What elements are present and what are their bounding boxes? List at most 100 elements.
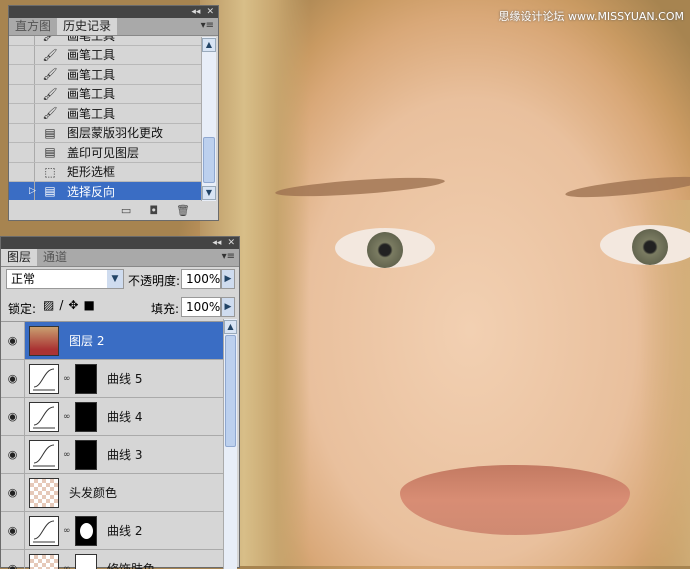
snapshot-source-checkbox[interactable]	[9, 36, 35, 45]
lock-label: 锁定:	[8, 300, 36, 317]
panel-titlebar: ◂◂ ✕	[1, 237, 239, 249]
tab-channels[interactable]: 通道	[37, 249, 73, 266]
fill-slider-button[interactable]: ▶	[221, 297, 235, 317]
layer-row[interactable]: ◉ ∞ 修饰肤色	[1, 550, 223, 569]
layer-row[interactable]: ◉ 头发颜色	[1, 474, 223, 512]
layers-scrollbar[interactable]: ▲	[223, 319, 237, 569]
history-item[interactable]: ⬚ 矩形选框	[9, 163, 202, 183]
layers-list: ◉ 图层 2 ◉ ∞ 曲线 5 ◉ ∞ 曲线 4 ◉ ∞ 曲线 3 ◉ 头发颜色 ◉ ∞ 曲线 2 ◉ ∞ 修饰肤色	[1, 321, 223, 569]
opacity-slider-button[interactable]: ▶	[221, 269, 235, 289]
layer-row[interactable]: ◉ ∞ 曲线 2	[1, 512, 223, 550]
layer-name[interactable]: 曲线 4	[107, 408, 142, 425]
link-icon[interactable]: ∞	[63, 526, 71, 536]
tab-layers[interactable]: 图层	[1, 249, 37, 266]
brush-icon: 🖌	[41, 67, 59, 81]
blend-mode-select[interactable]: 正常 ▼	[6, 269, 124, 289]
link-icon[interactable]: ∞	[63, 374, 71, 384]
layer-row[interactable]: ◉ ∞ 曲线 3	[1, 436, 223, 474]
close-icon[interactable]: ✕	[227, 238, 235, 248]
visibility-eye-icon[interactable]: ◉	[1, 360, 25, 397]
scroll-down-button[interactable]: ▼	[202, 186, 216, 200]
snapshot-source-checkbox[interactable]	[9, 163, 35, 182]
tab-history[interactable]: 历史记录	[57, 18, 117, 35]
history-item[interactable]: 🖌 画笔工具	[9, 36, 202, 46]
visibility-eye-icon[interactable]: ◉	[1, 550, 25, 569]
panel-titlebar: ◂◂ ✕	[9, 6, 218, 18]
panel-menu-icon[interactable]: ▾≡	[201, 20, 214, 31]
visibility-eye-icon[interactable]: ◉	[1, 398, 25, 435]
layer-name[interactable]: 曲线 5	[107, 370, 142, 387]
layer-mask-thumbnail[interactable]	[75, 516, 97, 546]
layer-mask-thumbnail[interactable]	[75, 402, 97, 432]
new-document-icon[interactable]: ▭	[121, 204, 131, 217]
brush-icon: 🖌	[41, 87, 59, 101]
photo-eye-left	[335, 228, 435, 268]
visibility-eye-icon[interactable]: ◉	[1, 436, 25, 473]
snapshot-source-checkbox[interactable]	[9, 104, 35, 123]
tab-histogram[interactable]: 直方图	[9, 18, 57, 35]
watermark: 思缘设计论坛 www.MISSYUAN.COM	[498, 8, 684, 24]
layer-row[interactable]: ◉ ∞ 曲线 4	[1, 398, 223, 436]
snapshot-source-checkbox[interactable]	[9, 143, 35, 162]
snapshot-source-checkbox[interactable]	[9, 85, 35, 104]
document-icon: ▤	[41, 126, 59, 140]
photo-lips	[400, 465, 630, 535]
history-item[interactable]: ▤盖印可见图层	[9, 143, 202, 163]
layer-name[interactable]: 曲线 3	[107, 446, 142, 463]
curves-adjustment-icon	[29, 364, 59, 394]
snapshot-source-checkbox[interactable]	[9, 65, 35, 84]
layer-name[interactable]: 修饰肤色	[107, 560, 155, 569]
snapshot-source-checkbox[interactable]	[9, 46, 35, 65]
history-item[interactable]: ▤ 图层蒙版羽化更改	[9, 124, 202, 144]
fill-label: 填充:	[151, 300, 179, 317]
history-item[interactable]: 🖌 画笔工具	[9, 85, 202, 105]
scroll-up-button[interactable]: ▲	[202, 38, 216, 52]
history-item-label: 画笔工具	[67, 36, 115, 44]
opacity-input[interactable]: 100%	[181, 269, 221, 289]
link-icon[interactable]: ∞	[63, 564, 71, 569]
history-item-label: 画笔工具	[67, 85, 115, 102]
link-icon[interactable]: ∞	[63, 450, 71, 460]
layers-panel: ◂◂ ✕ 图层 通道 ▾≡ 正常 ▼ 不透明度: 100% ▶ 锁定: ▨/✥■ …	[0, 236, 240, 568]
scroll-thumb[interactable]	[203, 137, 215, 183]
scroll-up-button[interactable]: ▲	[224, 320, 237, 334]
scroll-thumb[interactable]	[225, 335, 236, 447]
layer-row[interactable]: ◉ ∞ 曲线 5	[1, 360, 223, 398]
snapshot-source-checkbox[interactable]	[9, 124, 35, 143]
snapshot-camera-icon[interactable]: ◘	[149, 204, 158, 217]
lock-transparency-icon[interactable]: ▨	[43, 298, 59, 312]
link-icon[interactable]: ∞	[63, 412, 71, 422]
collapse-icon[interactable]: ◂◂	[212, 238, 221, 248]
layer-name[interactable]: 头发颜色	[69, 484, 117, 501]
history-item[interactable]: 🖌画笔工具	[9, 46, 202, 66]
layer-name[interactable]: 曲线 2	[107, 522, 142, 539]
layer-mask-thumbnail[interactable]	[75, 554, 97, 569]
history-item-label: 图层蒙版羽化更改	[67, 124, 163, 141]
history-item[interactable]: 🖌画笔工具	[9, 65, 202, 85]
history-scrollbar[interactable]: ▲ ▼	[201, 37, 216, 201]
visibility-eye-icon[interactable]: ◉	[1, 474, 25, 511]
chevron-down-icon: ▼	[107, 270, 123, 288]
panel-menu-icon[interactable]: ▾≡	[222, 251, 235, 262]
history-list: 🖌画笔工具🖌画笔工具🖌画笔工具🖌画笔工具🖌画笔工具▤图层蒙版羽化更改▤盖印可见图…	[9, 36, 202, 200]
layer-row[interactable]: ◉ 图层 2	[1, 322, 223, 360]
close-icon[interactable]: ✕	[206, 7, 214, 17]
visibility-eye-icon[interactable]: ◉	[1, 322, 25, 359]
photo-eye-right	[600, 225, 690, 265]
layer-options: 正常 ▼ 不透明度: 100% ▶ 锁定: ▨/✥■ 填充: 100% ▶	[1, 267, 239, 321]
lock-all-icon[interactable]: ■	[83, 298, 99, 312]
trash-icon[interactable]: 🗑	[176, 204, 190, 217]
history-item[interactable]: ▷▤选择反向	[9, 182, 202, 200]
layer-mask-thumbnail[interactable]	[75, 364, 97, 394]
marquee-icon: ⬚	[41, 165, 59, 179]
layer-mask-thumbnail[interactable]	[75, 440, 97, 470]
history-item-label: 矩形选框	[67, 163, 115, 180]
brush-icon: 🖌	[41, 36, 59, 42]
collapse-icon[interactable]: ◂◂	[191, 7, 200, 17]
layer-thumbnail	[29, 478, 59, 508]
layer-name[interactable]: 图层 2	[69, 332, 104, 349]
fill-input[interactable]: 100%	[181, 297, 221, 317]
visibility-eye-icon[interactable]: ◉	[1, 512, 25, 549]
lock-move-icon[interactable]: ✥	[68, 298, 83, 312]
history-item[interactable]: 🖌画笔工具	[9, 104, 202, 124]
